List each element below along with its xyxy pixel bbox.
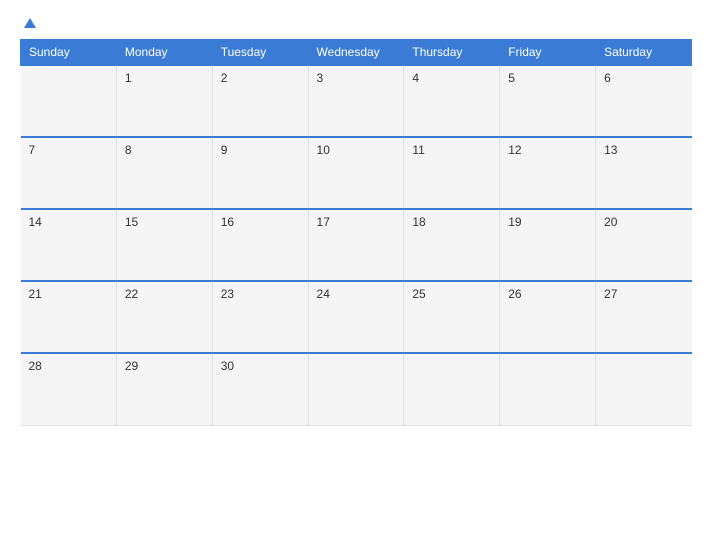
calendar-day-cell: 27: [596, 281, 692, 353]
logo-blue-text: [20, 18, 36, 29]
calendar-table: SundayMondayTuesdayWednesdayThursdayFrid…: [20, 39, 692, 426]
calendar-day-header: Sunday: [21, 40, 117, 66]
calendar-day-cell: 20: [596, 209, 692, 281]
calendar-day-cell: 29: [116, 353, 212, 425]
calendar-day-cell: 12: [500, 137, 596, 209]
calendar-day-cell: 18: [404, 209, 500, 281]
calendar-day-cell: 21: [21, 281, 117, 353]
calendar-day-cell: [500, 353, 596, 425]
calendar-day-header: Friday: [500, 40, 596, 66]
calendar-day-cell: 17: [308, 209, 404, 281]
logo: [20, 18, 36, 29]
calendar-week-row: 21222324252627: [21, 281, 692, 353]
calendar-day-header: Thursday: [404, 40, 500, 66]
calendar-day-cell: 19: [500, 209, 596, 281]
calendar-day-cell: 1: [116, 65, 212, 137]
calendar-day-cell: 25: [404, 281, 500, 353]
calendar-week-row: 282930: [21, 353, 692, 425]
calendar-day-header: Saturday: [596, 40, 692, 66]
calendar-day-cell: 15: [116, 209, 212, 281]
calendar-day-cell: 13: [596, 137, 692, 209]
calendar-day-cell: [596, 353, 692, 425]
calendar-day-cell: 14: [21, 209, 117, 281]
calendar-day-cell: 3: [308, 65, 404, 137]
logo-triangle-icon: [24, 18, 36, 28]
calendar-day-header: Tuesday: [212, 40, 308, 66]
calendar-day-cell: 8: [116, 137, 212, 209]
calendar-day-cell: 26: [500, 281, 596, 353]
calendar-day-cell: 22: [116, 281, 212, 353]
calendar-day-cell: [404, 353, 500, 425]
page: SundayMondayTuesdayWednesdayThursdayFrid…: [0, 0, 712, 550]
header: [20, 18, 692, 29]
calendar-day-cell: 2: [212, 65, 308, 137]
calendar-day-cell: 16: [212, 209, 308, 281]
calendar-day-cell: 24: [308, 281, 404, 353]
calendar-header-row: SundayMondayTuesdayWednesdayThursdayFrid…: [21, 40, 692, 66]
calendar-body: 1234567891011121314151617181920212223242…: [21, 65, 692, 425]
calendar-day-header: Wednesday: [308, 40, 404, 66]
calendar-week-row: 78910111213: [21, 137, 692, 209]
calendar-week-row: 14151617181920: [21, 209, 692, 281]
calendar-day-cell: 28: [21, 353, 117, 425]
calendar-day-cell: 10: [308, 137, 404, 209]
calendar-day-header: Monday: [116, 40, 212, 66]
calendar-day-cell: [308, 353, 404, 425]
calendar-day-cell: 4: [404, 65, 500, 137]
calendar-day-cell: 23: [212, 281, 308, 353]
calendar-day-cell: 30: [212, 353, 308, 425]
calendar-day-cell: 5: [500, 65, 596, 137]
calendar-day-cell: 9: [212, 137, 308, 209]
calendar-day-cell: 11: [404, 137, 500, 209]
calendar-week-row: 123456: [21, 65, 692, 137]
calendar-day-cell: 7: [21, 137, 117, 209]
calendar-day-cell: [21, 65, 117, 137]
calendar-day-cell: 6: [596, 65, 692, 137]
